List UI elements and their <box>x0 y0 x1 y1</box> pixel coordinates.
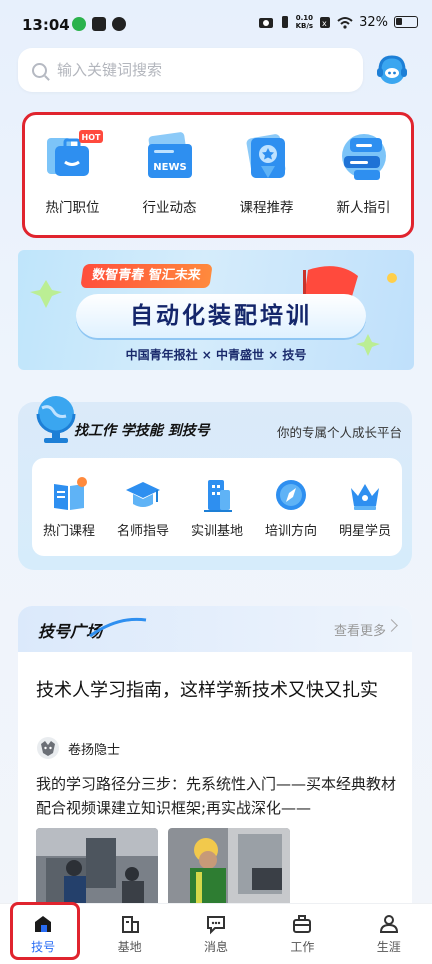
tab-label: 生涯 <box>376 940 401 954</box>
quick-nav-industry-news[interactable]: NEWS 行业动态 <box>130 130 210 216</box>
compass-icon <box>275 479 306 510</box>
growth-item-label: 实训基地 <box>190 523 243 539</box>
crown-icon <box>350 483 379 510</box>
search-bar[interactable] <box>18 48 363 92</box>
wifi-icon <box>337 16 353 29</box>
profile-icon <box>379 915 398 933</box>
sim-icon: x <box>320 16 331 28</box>
system-indicators: 0.10 KB/s x 32% <box>258 14 418 30</box>
quick-nav-hot-jobs[interactable]: HOT 热门职位 <box>33 130 113 216</box>
growth-item-hot-courses[interactable]: 热门课程 <box>43 476 95 539</box>
see-more-link[interactable]: 查看更多 <box>334 620 386 639</box>
battery-percent: 32% <box>359 14 388 30</box>
tab-label: 基地 <box>117 940 142 954</box>
tab-label: 技号 <box>31 940 56 954</box>
growth-item-training-direction[interactable]: 培训方向 <box>265 476 317 539</box>
battery-icon <box>394 16 418 28</box>
banner-pill: 数智青春 智汇未来 <box>80 264 213 288</box>
base-building-icon <box>121 916 139 933</box>
growth-item-label: 培训方向 <box>264 523 317 539</box>
net-speed: 0.10 KB/s <box>295 14 314 30</box>
customer-service-icon[interactable] <box>374 52 410 88</box>
plaza-header: 技号广场 查看更多 <box>18 606 412 652</box>
tab-home[interactable]: 技号 <box>13 913 73 955</box>
banner-subtitle: 中国青年报社 × 中青盛世 × 技号 <box>125 348 307 362</box>
home-icon <box>35 916 52 932</box>
article-title[interactable]: 技术人学习指南，这样学新技术又快又扎实 <box>36 678 396 704</box>
plaza-section: 技号广场 查看更多 技术人学习指南，这样学新技术又快又扎实 卷扬隐士 我的学习路… <box>18 606 412 906</box>
quick-nav-label: 热门职位 <box>45 200 100 216</box>
app-notification-icon <box>92 17 106 31</box>
growth-item-label: 明星学员 <box>338 523 391 539</box>
growth-slogan: 找工作 学技能 到技号 <box>74 423 210 439</box>
status-bar: 13:04 0.10 KB/s x 32% <box>0 0 432 48</box>
tab-career[interactable]: 生涯 <box>359 913 419 955</box>
article-excerpt[interactable]: 我的学习路径分三步：先系统性入门——买本经典教材配合视频课建立知识框架;再实战深… <box>36 772 398 820</box>
author-name: 卷扬隐士 <box>68 742 121 758</box>
growth-item-teacher-guidance[interactable]: 名师指导 <box>117 476 169 539</box>
growth-tagline: 你的专属个人成长平台 <box>276 425 402 440</box>
tab-label: 消息 <box>203 940 228 954</box>
quick-nav-course-recommend[interactable]: 课程推荐 <box>227 130 307 216</box>
growth-item-label: 名师指导 <box>116 523 169 539</box>
promo-banner[interactable]: 数智青春 智汇未来 自动化装配培训 中国青年报社 × 中青盛世 × 技号 <box>18 250 414 370</box>
growth-items: 热门课程 名师指导 实训基地 培训方向 明星学员 <box>32 458 402 556</box>
building-icon <box>203 479 232 512</box>
message-icon <box>206 916 225 935</box>
article-thumbnails <box>36 828 290 906</box>
news-icon: NEWS <box>147 132 192 178</box>
hot-badge: HOT <box>81 133 100 142</box>
link-notification-icon <box>112 17 126 31</box>
vibrate-icon <box>281 16 288 28</box>
tab-base[interactable]: 基地 <box>100 913 160 955</box>
article-image[interactable] <box>36 828 158 906</box>
plaza-title-swoosh <box>89 617 147 638</box>
quick-nav-label: 课程推荐 <box>239 200 294 216</box>
news-badge: NEWS <box>153 162 186 173</box>
tab-messages[interactable]: 消息 <box>186 913 246 955</box>
briefcase-icon: HOT <box>46 130 103 176</box>
graduation-cap-icon <box>125 481 160 507</box>
growth-item-star-students[interactable]: 明星学员 <box>339 476 391 539</box>
tab-work[interactable]: 工作 <box>272 913 332 955</box>
status-time: 13:04 <box>22 16 70 34</box>
tab-label: 工作 <box>290 940 315 954</box>
notification-icons <box>72 17 126 31</box>
quick-nav-newcomer-guide[interactable]: 新人指引 <box>324 130 404 216</box>
camera-icon <box>258 18 273 28</box>
quick-nav-label: 行业动态 <box>142 200 197 216</box>
growth-card: 找工作 学技能 到技号 你的专属个人成长平台 热门课程 名师指导 实训基地 培训… <box>18 396 412 570</box>
book-icon <box>53 476 87 510</box>
quick-nav-label: 新人指引 <box>336 200 391 216</box>
wechat-notification-icon <box>72 17 86 31</box>
growth-item-training-base[interactable]: 实训基地 <box>191 476 243 539</box>
search-icon <box>32 62 47 78</box>
bottom-tab-bar: 技号 基地 消息 工作 生涯 <box>0 903 432 964</box>
avatar <box>37 737 59 759</box>
guide-cards-icon <box>341 134 386 180</box>
course-badge-icon <box>246 134 285 178</box>
chevron-right-icon[interactable] <box>385 619 398 632</box>
svg-text:x: x <box>322 19 327 28</box>
quick-nav: HOT 热门职位 NEWS 行业动态 课程推荐 新人指引 <box>24 114 412 236</box>
article-author[interactable]: 卷扬隐士 <box>36 736 120 760</box>
search-input[interactable] <box>57 61 327 79</box>
banner-title: 自动化装配培训 <box>76 294 366 338</box>
growth-item-label: 热门课程 <box>42 523 95 539</box>
work-bag-icon <box>293 915 312 933</box>
article-image[interactable] <box>168 828 290 906</box>
